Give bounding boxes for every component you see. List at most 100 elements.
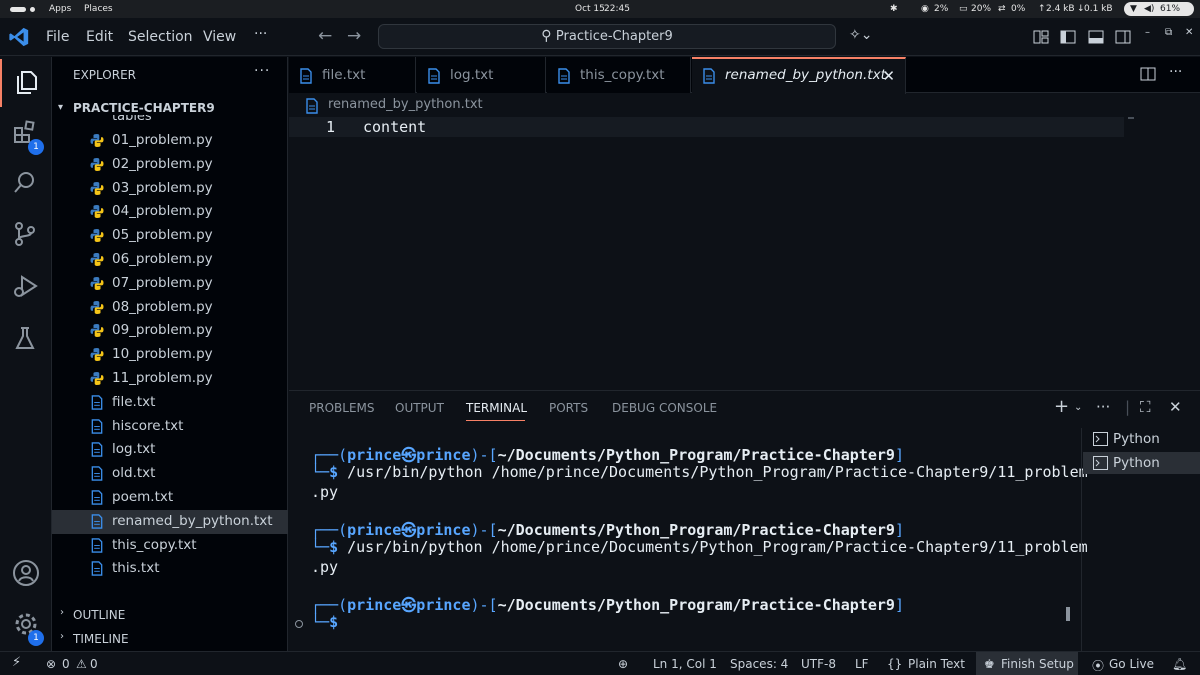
tab-file-txt[interactable]: file.txt: [289, 57, 416, 93]
command-center[interactable]: ⚲ Practice-Chapter9: [378, 24, 836, 49]
menu-more[interactable]: ···: [254, 26, 267, 42]
file-tree-item[interactable]: hiscore.txt: [52, 415, 288, 439]
back-arrow-icon[interactable]: ←: [318, 26, 332, 46]
warning-count[interactable]: 0: [90, 657, 98, 671]
file-tree-item[interactable]: poem.txt: [52, 486, 288, 510]
cpu-icon: ◉: [921, 4, 929, 14]
finish-setup-button[interactable]: ♚ Finish Setup: [976, 652, 1078, 675]
error-count[interactable]: 0: [62, 657, 70, 671]
apps-menu[interactable]: Apps: [49, 4, 71, 14]
restore-icon[interactable]: ⧉: [1165, 27, 1172, 38]
file-tree-item[interactable]: this_copy.txt: [52, 534, 288, 558]
editor-text[interactable]: content: [363, 118, 426, 136]
zoom-icon[interactable]: ⊕: [618, 657, 628, 671]
terminal-input-line[interactable]: └─$: [311, 613, 338, 631]
partial-folder-row[interactable]: tables: [52, 115, 288, 125]
language-mode[interactable]: Plain Text: [908, 657, 965, 671]
file-tree-item[interactable]: 03_problem.py: [52, 177, 288, 201]
workspace-indicator[interactable]: [10, 7, 26, 12]
chevron-right-icon: ›: [60, 607, 64, 618]
clock-date[interactable]: Oct 15: [575, 4, 605, 14]
timeline-section[interactable]: › TIMELINE: [52, 628, 288, 650]
manage-activity[interactable]: 1: [0, 600, 52, 648]
split-editor-icon[interactable]: [1140, 66, 1156, 82]
tab-debug-console[interactable]: DEBUG CONSOLE: [612, 401, 717, 415]
chevron-down-icon[interactable]: ⌄: [1074, 402, 1082, 413]
clock-time[interactable]: 22:45: [604, 4, 630, 14]
close-panel-icon[interactable]: ✕: [1169, 398, 1182, 416]
file-tree-item[interactable]: 02_problem.py: [52, 153, 288, 177]
file-tree-item[interactable]: 06_problem.py: [52, 248, 288, 272]
tab-renamed-by-python-txt[interactable]: renamed_by_python.txt ✕: [692, 57, 906, 94]
customize-layout-icon[interactable]: [1032, 28, 1050, 46]
close-window-icon[interactable]: ✕: [1185, 27, 1193, 38]
tab-problems[interactable]: PROBLEMS: [309, 401, 375, 415]
encoding[interactable]: UTF-8: [801, 657, 836, 671]
go-live-button[interactable]: Go Live: [1109, 657, 1154, 671]
run-debug-activity[interactable]: [0, 263, 52, 311]
tab-log-txt[interactable]: log.txt: [417, 57, 546, 93]
notifications-icon[interactable]: 🔔︎: [1172, 657, 1187, 671]
file-tree-item[interactable]: 04_problem.py: [52, 200, 288, 224]
text-file-icon: [91, 561, 103, 577]
file-tree-item[interactable]: log.txt: [52, 438, 288, 462]
search-activity[interactable]: [0, 159, 52, 207]
tab-label: log.txt: [450, 67, 494, 83]
outline-section[interactable]: › OUTLINE: [52, 604, 288, 626]
file-tree-item[interactable]: 11_problem.py: [52, 367, 288, 391]
toggle-sidebar-icon[interactable]: [1059, 28, 1077, 46]
explorer-more-button[interactable]: ···: [254, 63, 270, 79]
breadcrumb-file[interactable]: renamed_by_python.txt: [328, 97, 483, 112]
cursor-position[interactable]: Ln 1, Col 1: [653, 657, 717, 671]
file-tree-item[interactable]: 07_problem.py: [52, 272, 288, 296]
testing-activity[interactable]: [0, 315, 52, 363]
file-tree-item[interactable]: this.txt: [52, 557, 288, 581]
status-pill[interactable]: ▼ ◀) 61%: [1124, 2, 1194, 16]
tab-output[interactable]: OUTPUT: [395, 401, 444, 415]
source-control-activity[interactable]: [0, 211, 52, 259]
editor-more-icon[interactable]: ···: [1169, 64, 1182, 80]
places-menu[interactable]: Places: [84, 4, 113, 14]
tab-this-copy-txt[interactable]: this_copy.txt: [547, 57, 691, 93]
file-tree-item[interactable]: file.txt: [52, 391, 288, 415]
accounts-activity[interactable]: [0, 549, 52, 597]
copilot-icon[interactable]: ✧⌄: [849, 27, 872, 43]
error-icon[interactable]: ⊗: [46, 657, 56, 671]
indentation[interactable]: Spaces: 4: [730, 657, 788, 671]
maximize-panel-icon[interactable]: ⛶: [1140, 398, 1151, 416]
file-tree-item[interactable]: renamed_by_python.txt: [52, 509, 288, 534]
file-tree-item[interactable]: old.txt: [52, 462, 288, 486]
extensions-activity[interactable]: 1: [0, 109, 52, 157]
file-tree-item[interactable]: 09_problem.py: [52, 319, 288, 343]
file-tree-item[interactable]: 10_problem.py: [52, 343, 288, 367]
menu-selection[interactable]: Selection: [128, 29, 193, 45]
toggle-panel-icon[interactable]: [1087, 28, 1105, 46]
command-decoration-icon[interactable]: [295, 620, 303, 628]
bluetooth-icon[interactable]: ✱: [890, 4, 898, 14]
warning-icon[interactable]: ⚠: [76, 657, 87, 671]
terminal-wrap-line: .py: [311, 558, 339, 576]
file-name: log.txt: [112, 441, 156, 458]
file-tree-item[interactable]: 01_problem.py: [52, 129, 288, 153]
menu-view[interactable]: View: [203, 29, 236, 45]
forward-arrow-icon[interactable]: →: [347, 26, 361, 46]
end-of-line[interactable]: LF: [855, 657, 869, 671]
tab-ports[interactable]: PORTS: [549, 401, 588, 415]
file-tree-item[interactable]: 05_problem.py: [52, 224, 288, 248]
broadcast-icon[interactable]: ⦿: [1092, 657, 1104, 674]
file-tree-item[interactable]: 08_problem.py: [52, 296, 288, 320]
menu-edit[interactable]: Edit: [86, 29, 113, 45]
remote-indicator[interactable]: ⚡: [0, 652, 36, 675]
tab-terminal[interactable]: TERMINAL: [466, 401, 527, 415]
minimize-icon[interactable]: –: [1145, 27, 1150, 38]
terminal-instance[interactable]: Python: [1083, 428, 1200, 450]
workspace-dot[interactable]: [30, 7, 35, 12]
menu-file[interactable]: File: [46, 29, 69, 45]
toggle-secondary-sidebar-icon[interactable]: [1114, 28, 1132, 46]
panel-more-icon[interactable]: ···: [1096, 398, 1110, 416]
new-terminal-icon[interactable]: +: [1054, 396, 1069, 417]
terminal-scrollbar[interactable]: [1066, 607, 1070, 621]
terminal-instance[interactable]: Python: [1083, 452, 1200, 474]
close-tab-icon[interactable]: ✕: [882, 67, 895, 85]
explorer-activity[interactable]: [0, 59, 52, 107]
